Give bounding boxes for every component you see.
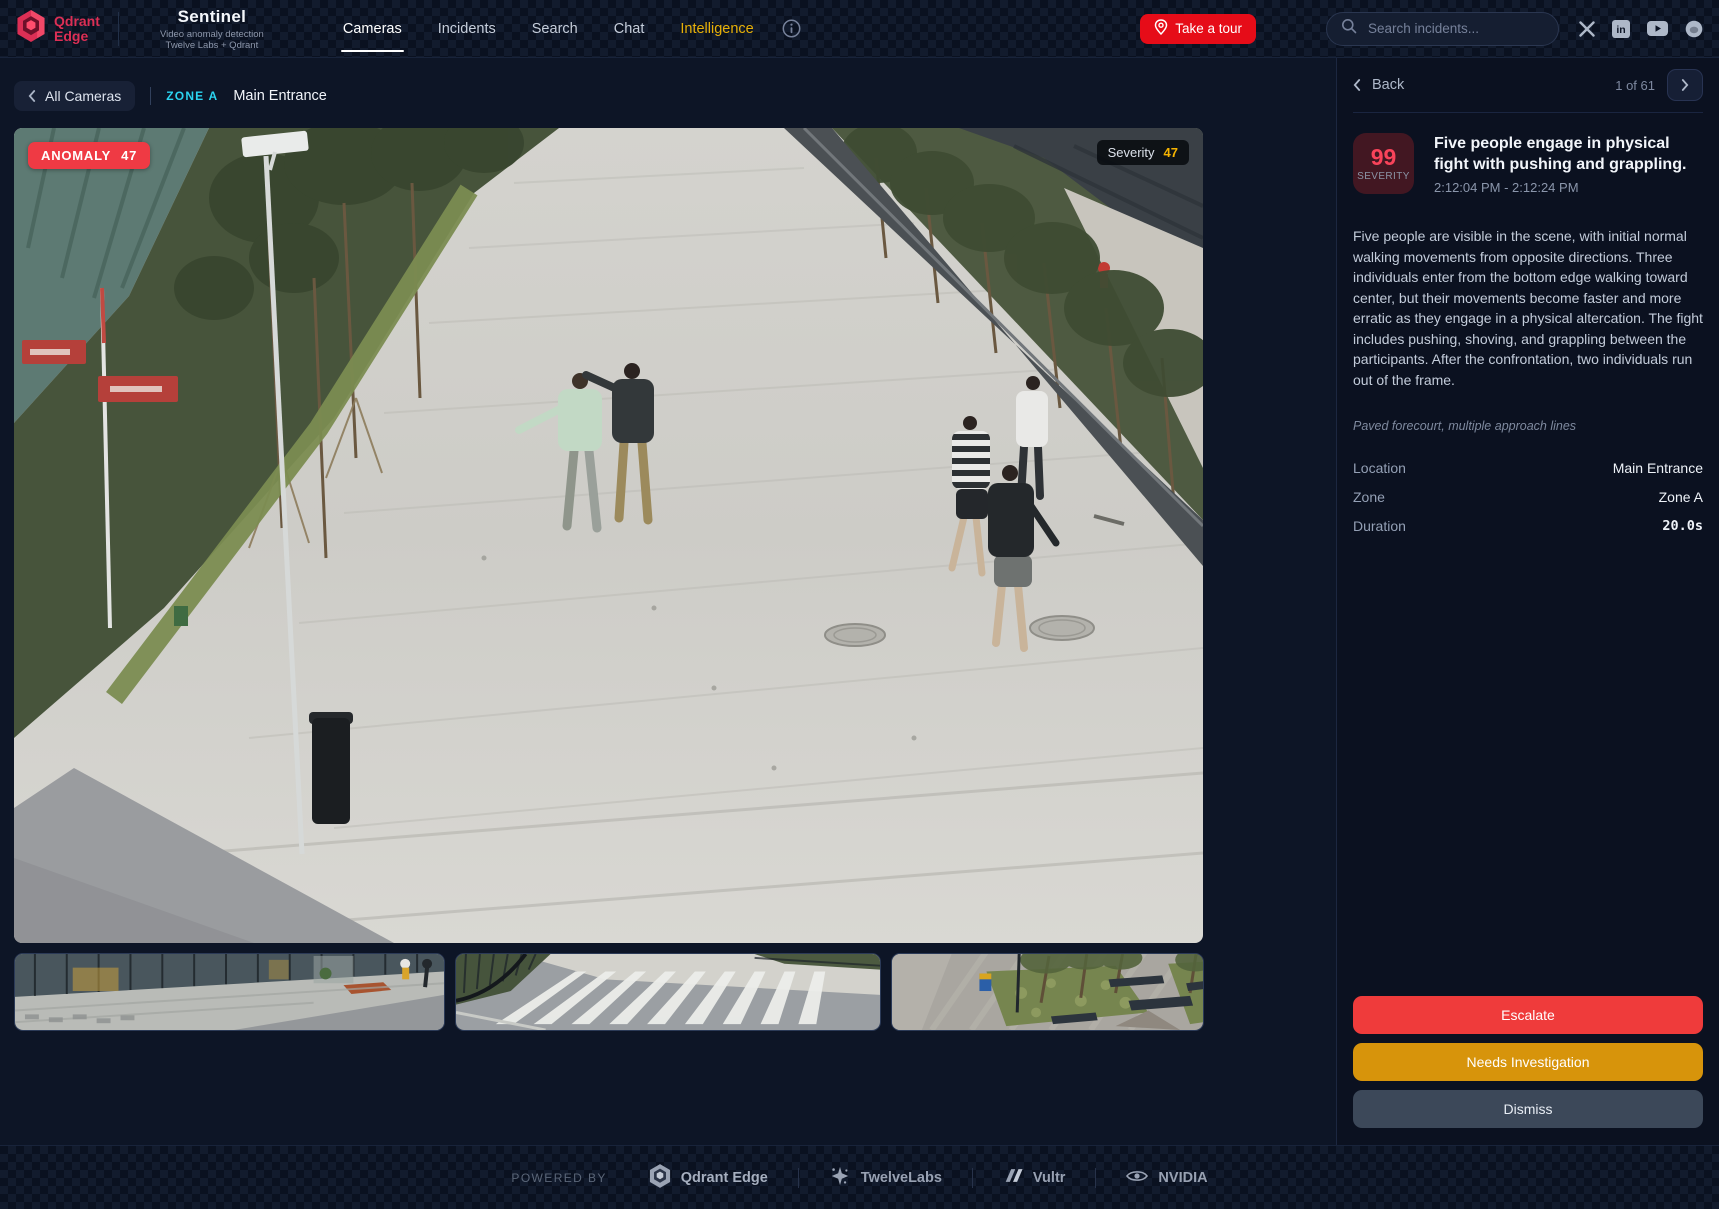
thumbnail-crosswalk-camera[interactable] [455,953,881,1031]
linkedin-icon[interactable]: in [1612,20,1630,38]
incident-description: Five people are visible in the scene, wi… [1353,226,1703,390]
qdrant-edge-logo[interactable]: QdrantEdge [16,10,100,47]
tab-incidents[interactable]: Incidents [438,0,496,57]
svg-text:in: in [1616,24,1625,36]
back-button[interactable]: Back [1353,77,1404,93]
incident-summary: 99 SEVERITY Five people engage in physic… [1353,133,1703,195]
search-box [1326,12,1559,46]
severity-badge: 99 SEVERITY [1353,133,1414,194]
footer-divider [972,1168,973,1188]
tab-search[interactable]: Search [532,0,578,57]
footer-divider [1095,1168,1096,1188]
incident-actions: Escalate Needs Investigation Dismiss [1353,996,1703,1128]
tab-intelligence[interactable]: Intelligence [680,0,753,57]
breadcrumb: All Cameras ZONE A Main Entrance [14,80,1322,112]
top-bar: QdrantEdge Sentinel Video anomaly detect… [0,0,1719,58]
needs-investigation-button[interactable]: Needs Investigation [1353,1043,1703,1081]
meta-row-location: Location Main Entrance [1353,453,1703,482]
chevron-left-icon [1353,79,1361,91]
github-icon[interactable] [1685,20,1703,38]
anomaly-badge: ANOMALY47 [28,142,150,169]
chevron-right-icon [1681,79,1689,91]
escalate-button[interactable]: Escalate [1353,996,1703,1034]
twelvelabs-logo-icon [829,1165,851,1191]
info-icon[interactable] [782,19,801,38]
camera-view-area: All Cameras ZONE A Main Entrance [0,58,1336,1145]
meta-row-duration: Duration 20.0s [1353,511,1703,540]
x-twitter-icon[interactable] [1579,21,1595,37]
powered-by-label: POWERED BY [511,1171,606,1185]
breadcrumb-separator [150,87,151,105]
incident-title: Five people engage in physical fight wit… [1434,133,1703,175]
all-cameras-back-button[interactable]: All Cameras [14,81,135,111]
incident-metadata: Location Main Entrance Zone Zone A Durat… [1353,453,1703,540]
next-incident-button[interactable] [1667,69,1703,101]
thumbnail-plaza-camera[interactable] [891,953,1204,1031]
partner-vultr[interactable]: Vultr [1003,1168,1066,1187]
tab-cameras[interactable]: Cameras [343,0,402,57]
site-footer: POWERED BY Qdrant Edge TwelveLabs Vultr … [0,1145,1719,1209]
chevron-left-icon [28,90,36,102]
camera-thumbnails [14,953,1322,1031]
qdrant-logo-icon [16,10,46,47]
vultr-logo-icon [1003,1168,1023,1187]
main-layout: All Cameras ZONE A Main Entrance [0,58,1719,1145]
incident-position: 1 of 61 [1615,78,1655,93]
take-a-tour-button[interactable]: Take a tour [1140,14,1256,44]
youtube-icon[interactable] [1647,21,1668,36]
header-divider [118,12,119,46]
incident-panel: Back 1 of 61 99 SEVERITY Five people eng… [1336,58,1719,1145]
zone-badge: ZONE A [166,89,218,103]
app-title-block: Sentinel Video anomaly detectionTwelve L… [137,7,287,51]
app-subtitle: Video anomaly detectionTwelve Labs + Qdr… [137,29,287,51]
qdrant-gray-logo-icon [649,1164,671,1192]
map-pin-icon [1154,19,1168,38]
tab-chat[interactable]: Chat [614,0,645,57]
partner-qdrant-edge[interactable]: Qdrant Edge [649,1164,768,1192]
footer-divider [798,1168,799,1188]
meta-row-zone: Zone Zone A [1353,482,1703,511]
camera-name: Main Entrance [233,88,327,104]
partner-nvidia[interactable]: NVIDIA [1126,1169,1207,1187]
search-icon [1341,18,1357,39]
partner-twelvelabs[interactable]: TwelveLabs [829,1165,942,1191]
cctv-frame-image [14,128,1203,943]
thumbnail-entrance-camera[interactable] [14,953,445,1031]
live-video-player[interactable]: ANOMALY47 Severity47 [14,128,1203,943]
context-note: Paved forecourt, multiple approach lines [1353,419,1703,433]
incident-time-range: 2:12:04 PM - 2:12:24 PM [1434,180,1703,195]
incident-panel-header: Back 1 of 61 [1353,58,1703,113]
search-input[interactable] [1366,20,1544,37]
dismiss-button[interactable]: Dismiss [1353,1090,1703,1128]
main-nav: Cameras Incidents Search Chat Intelligen… [343,0,801,57]
logo-text: QdrantEdge [54,14,100,44]
nvidia-logo-icon [1126,1169,1148,1187]
social-links: in [1579,20,1703,38]
severity-overlay-badge: Severity47 [1097,140,1189,165]
page-title: Sentinel [137,7,287,27]
